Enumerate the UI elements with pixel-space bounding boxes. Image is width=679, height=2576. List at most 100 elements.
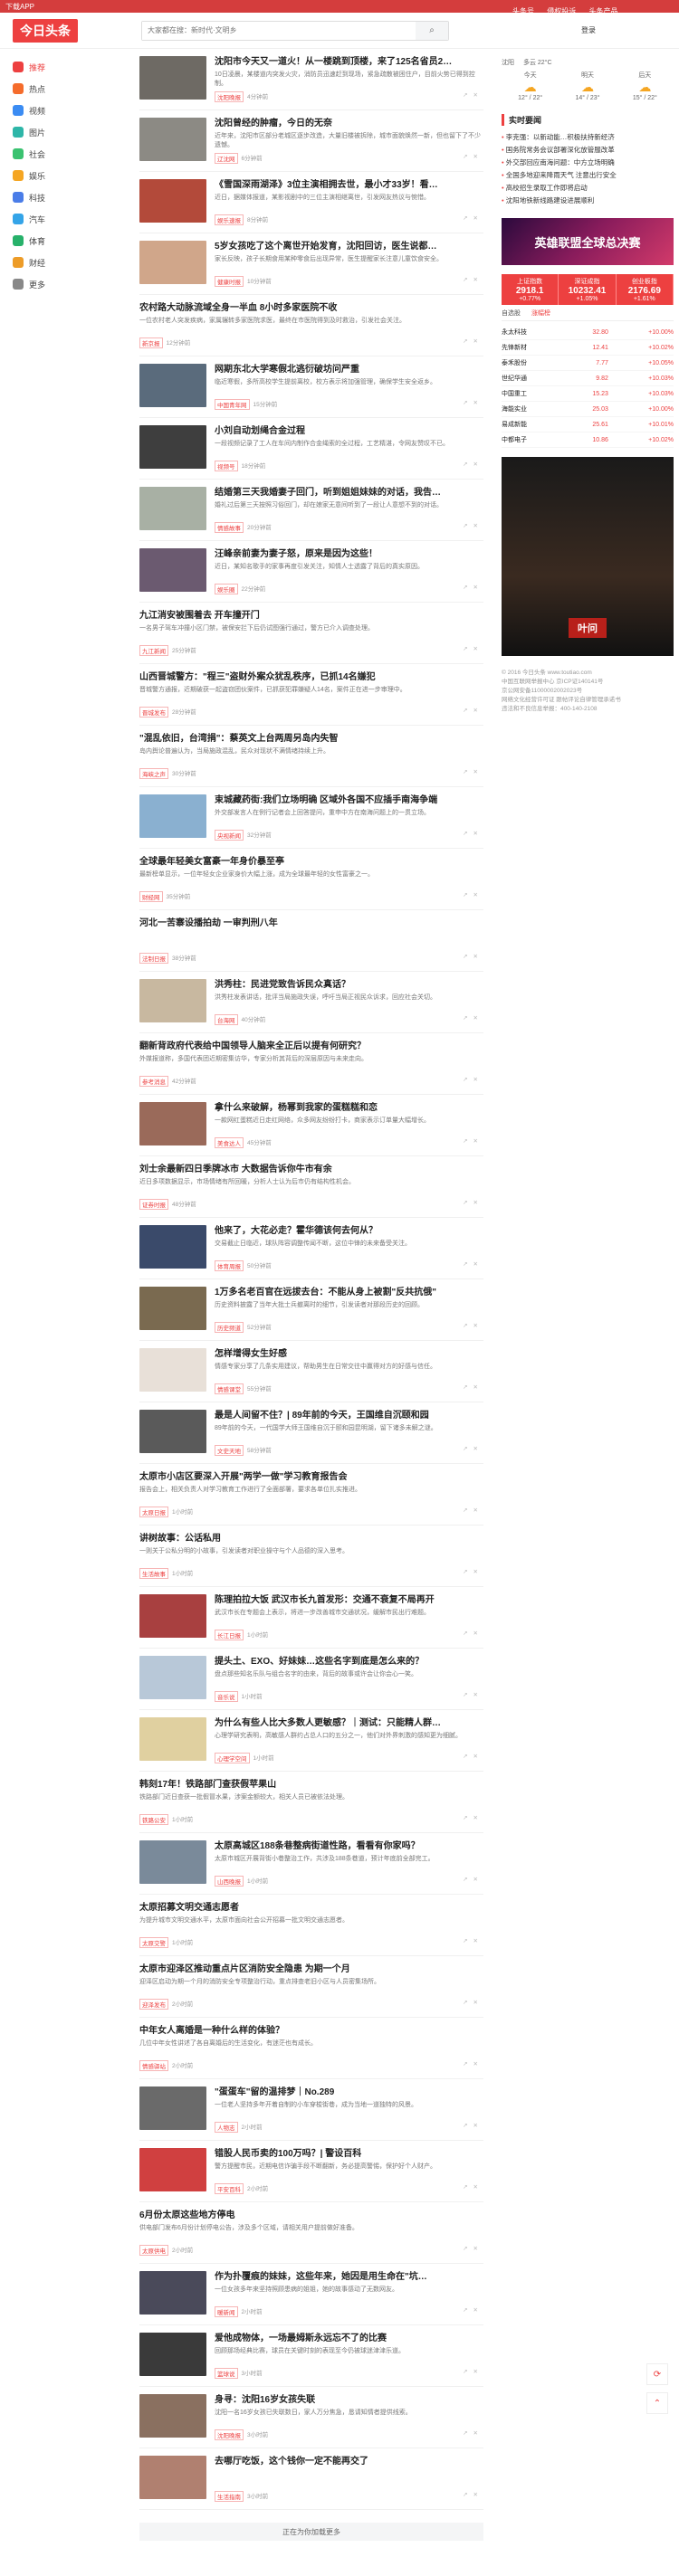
feed-source[interactable]: 中国青年网 (215, 399, 250, 410)
share-icon[interactable]: ↗ (463, 1507, 473, 1514)
feed-title[interactable]: 太原市小店区要深入开展"两学一做"学习教育报告会 (139, 1471, 483, 1483)
feed-source[interactable]: 辽沈网 (215, 153, 238, 164)
feed-source[interactable]: 迎泽发布 (139, 1999, 168, 2010)
feed-source[interactable]: 长江日报 (215, 1630, 244, 1640)
feed-title[interactable]: 小刘自动划绳合金过程 (215, 425, 483, 437)
feed-source[interactable]: 体育周报 (215, 1260, 244, 1271)
feed-thumbnail[interactable] (139, 118, 206, 161)
share-icon[interactable]: ↗ (463, 2061, 473, 2067)
login-button[interactable]: 登录 (581, 25, 596, 35)
share-icon[interactable]: ↗ (463, 708, 473, 714)
share-icon[interactable]: ↗ (463, 92, 473, 99)
feed-title[interactable]: 刘士余最新四日季牌冰市 大数据告诉你牛市有余 (139, 1164, 483, 1175)
share-icon[interactable]: ↗ (463, 1815, 473, 1821)
feed-item[interactable]: 他来了，大花必走？霍华德该何去何从？ 交易截止日临近，球队阵容调整传闻不断，这位… (139, 1218, 483, 1279)
feed-thumbnail[interactable] (139, 56, 206, 100)
feed-title[interactable]: 为什么有些人比大多数人更敏感？｜测试：只能精人群… (215, 1717, 483, 1729)
index-box[interactable]: 创业板指 2176.69 +1.61% (616, 274, 674, 305)
feed-title[interactable]: 《雪国深雨湖泽》3位主演相拥去世，最小才33岁！看… (215, 179, 483, 191)
nav-item-0[interactable]: 推荐 (0, 56, 92, 78)
feed-source[interactable]: 情感故事 (215, 522, 244, 533)
feed-item[interactable]: 提头土、EXO、好妹妹…这些名字到底是怎么来的？ 盘点那些知名乐队与组合名字的由… (139, 1649, 483, 1710)
load-more-button[interactable]: 正在为你加载更多 (139, 2523, 483, 2541)
dislike-icon[interactable]: ✕ (473, 2430, 483, 2437)
dislike-icon[interactable]: ✕ (473, 1138, 483, 1145)
feed-item[interactable]: 全球最年轻美女富豪一年身价暴至亭 最新榜单显示，一位年轻女企业家身价大幅上涨，成… (139, 849, 483, 910)
feed-title[interactable]: 河北一苦寨设播拍劫 一审判刑八年 (139, 917, 483, 929)
feed-thumbnail[interactable] (139, 487, 206, 530)
download-app-link[interactable]: 下载APP (5, 2, 483, 12)
share-icon[interactable]: ↗ (463, 1261, 473, 1268)
feed-title[interactable]: 他来了，大花必走？霍华德该何去何从？ (215, 1225, 483, 1237)
dislike-icon[interactable]: ✕ (473, 2246, 483, 2252)
feed-title[interactable]: 1万多名老百官在远拔去台：不能从身上被割"反共抗俄" (215, 1287, 483, 1298)
feed-source[interactable]: 视频号 (215, 461, 238, 471)
share-icon[interactable]: ↗ (463, 1630, 473, 1637)
feed-thumbnail[interactable] (139, 2394, 206, 2438)
feed-source[interactable]: 证券时报 (139, 1199, 168, 1210)
feed-title[interactable]: 网期东北大学寒假北逃衍破坊问严重 (215, 364, 483, 375)
feed-item[interactable]: 农村路大动脉流域全身一半血 8小时多家医院不收 一位农村老人突发疾病，家属辗转多… (139, 295, 483, 356)
dislike-icon[interactable]: ✕ (473, 461, 483, 468)
feed-thumbnail[interactable] (139, 1348, 206, 1392)
feed-title[interactable]: 洪秀柱：民进党致告诉民众真话？ (215, 979, 483, 991)
nav-item-1[interactable]: 热点 (0, 78, 92, 100)
feed-source[interactable]: 娱乐速报 (215, 214, 244, 225)
feed-thumbnail[interactable] (139, 2148, 206, 2191)
dislike-icon[interactable]: ✕ (473, 646, 483, 652)
feed-item[interactable]: 河北一苦寨设播拍劫 一审判刑八年 法制日报 38分钟前 ↗✕ (139, 910, 483, 972)
feed-item[interactable]: 山西晋城警方："程三"盗财外案众犹乱秩序，已抓14名嫌犯 晋城警方通报，近期破获… (139, 664, 483, 726)
feed-item[interactable]: 结婚第三天我婚妻子回门，听到姐姐妹妹的对话，我告… 婚礼过后第三天按照习俗回门，… (139, 480, 483, 541)
toutiaohao-link[interactable]: 头条号 (512, 7, 534, 15)
hot-news-item[interactable]: 李克强：以新动能…积极扶持新经济 (502, 131, 674, 144)
feed-source[interactable]: 沈阳晚报 (215, 2429, 244, 2440)
feed-source[interactable]: 沈阳晚报 (215, 91, 244, 102)
feed-source[interactable]: 篮球说 (215, 2368, 238, 2379)
feed-title[interactable]: 拿什么来破解，杨幂到我家的蛋糕糕和恋 (215, 1102, 483, 1114)
feed-thumbnail[interactable] (139, 241, 206, 284)
share-icon[interactable]: ↗ (463, 2246, 473, 2252)
search-icon[interactable]: ⌕ (416, 21, 448, 40)
feed-title[interactable]: 农村路大动脉流域全身一半血 8小时多家医院不收 (139, 302, 483, 314)
feed-source[interactable]: 情感课堂 (215, 1383, 244, 1394)
feed-thumbnail[interactable] (139, 364, 206, 407)
dislike-icon[interactable]: ✕ (473, 523, 483, 529)
share-icon[interactable]: ↗ (463, 2369, 473, 2375)
dislike-icon[interactable]: ✕ (473, 1877, 483, 1883)
share-icon[interactable]: ↗ (463, 585, 473, 591)
nav-item-2[interactable]: 视频 (0, 100, 92, 121)
dislike-icon[interactable]: ✕ (473, 154, 483, 160)
dislike-icon[interactable]: ✕ (473, 1446, 483, 1452)
feed-title[interactable]: 沈阳市今天又一道火！从一楼跳到顶楼，来了125名省员2… (215, 56, 483, 68)
dislike-icon[interactable]: ✕ (473, 954, 483, 960)
feed-source[interactable]: 晋城发布 (139, 707, 168, 718)
feed-title[interactable]: 太原市迎泽区推动重点片区消防安全隐患 为期一个月 (139, 1963, 483, 1975)
feed-item[interactable]: 沈阳曾经的肿瘤，今日的无奈 近年来，沈阳市区部分老城区逐步改造，大量旧楼被拆除，… (139, 110, 483, 172)
feed-item[interactable]: 错股人民币卖的100万吗？| 警设百科 警方提醒市民，近期电信诈骗手段不断翻新，… (139, 2141, 483, 2202)
nav-item-5[interactable]: 娱乐 (0, 165, 92, 186)
dislike-icon[interactable]: ✕ (473, 1261, 483, 1268)
feed-title[interactable]: 九江消安被围着去 开车撞开门 (139, 610, 483, 622)
feed-source[interactable]: 情感驿站 (139, 2060, 168, 2071)
refresh-icon[interactable]: ⟳ (646, 2363, 668, 2385)
hot-news-item[interactable]: 高校招生录取工作即将启动 (502, 182, 674, 195)
share-icon[interactable]: ↗ (463, 831, 473, 837)
feed-thumbnail[interactable] (139, 1225, 206, 1269)
feed-thumbnail[interactable] (139, 1410, 206, 1453)
movie-poster[interactable]: 叶问 (502, 457, 674, 656)
hot-news-item[interactable]: 外交部回应南海问题：中方立场明确 (502, 157, 674, 169)
dislike-icon[interactable]: ✕ (473, 215, 483, 222)
dislike-icon[interactable]: ✕ (473, 1754, 483, 1760)
dislike-icon[interactable]: ✕ (473, 1692, 483, 1698)
search-input[interactable] (142, 21, 416, 40)
feed-thumbnail[interactable] (139, 2456, 206, 2499)
dislike-icon[interactable]: ✕ (473, 92, 483, 99)
feed-item[interactable]: 《雪国深雨湖泽》3位主演相拥去世，最小才33岁！看… 近日，据媒体报道，某影视剧… (139, 172, 483, 233)
dislike-icon[interactable]: ✕ (473, 1815, 483, 1821)
share-icon[interactable]: ↗ (463, 1569, 473, 1575)
feed-item[interactable]: 拿什么来破解，杨幂到我家的蛋糕糕和恋 一款网红蛋糕近日走红网络，众多网友纷纷打卡… (139, 1095, 483, 1156)
feed-source[interactable]: 文史天地 (215, 1445, 244, 1456)
share-icon[interactable]: ↗ (463, 1077, 473, 1083)
weather-city[interactable]: 沈阳 (502, 60, 514, 66)
share-icon[interactable]: ↗ (463, 1138, 473, 1145)
